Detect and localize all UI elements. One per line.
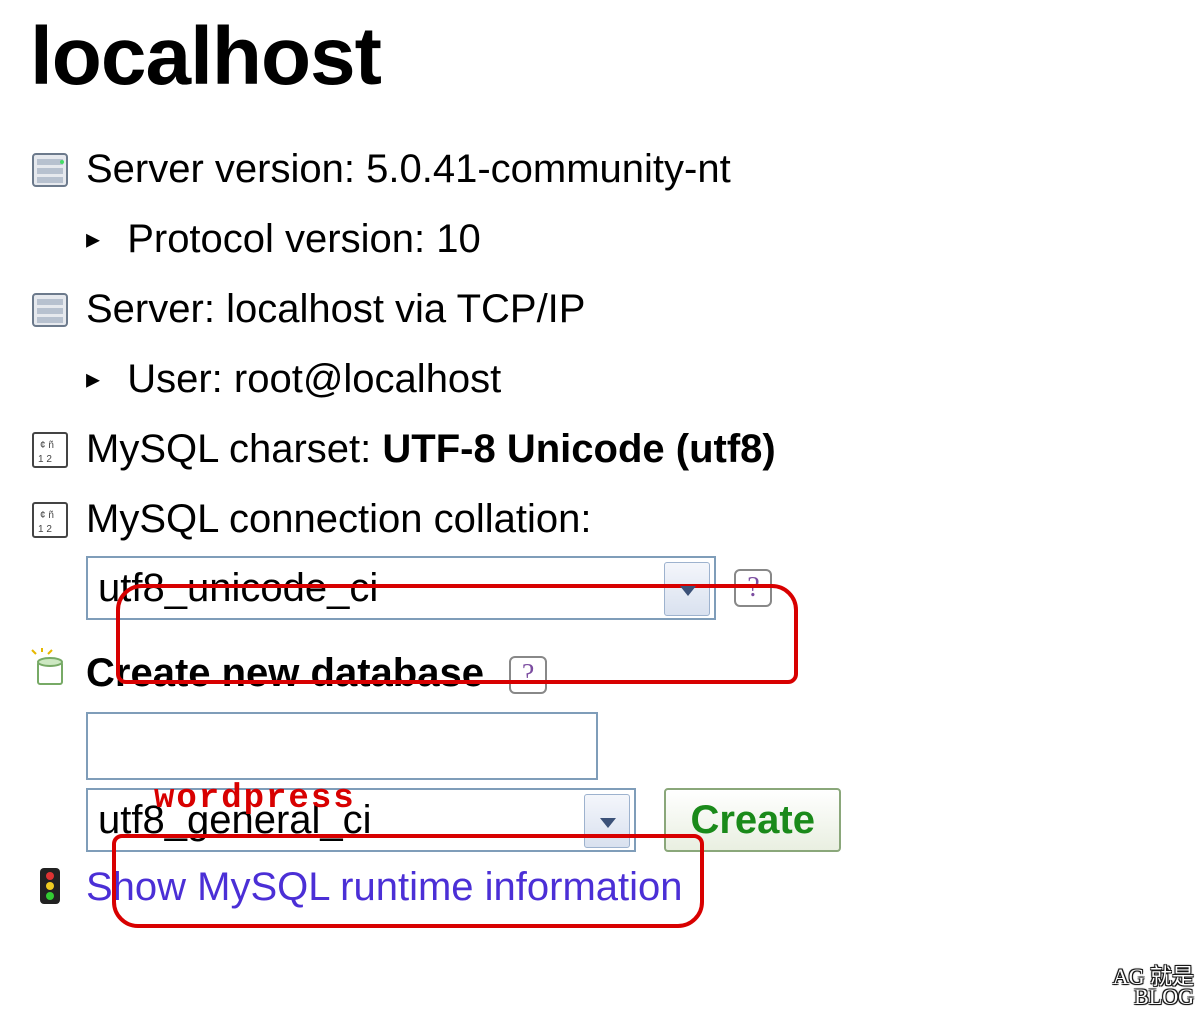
connection-collation-select[interactable]: utf8_unicode_ci	[86, 556, 716, 620]
charset-label: MySQL charset:	[86, 427, 371, 471]
user-label: User:	[127, 357, 223, 401]
protocol-version-label: Protocol version:	[127, 217, 425, 261]
create-db-heading-row: Create new database ?	[30, 638, 1180, 708]
server-version-row: Server version: 5.0.41-community-nt	[30, 134, 1180, 204]
server-host-row: Server: localhost via TCP/IP	[30, 274, 1180, 344]
runtime-info-link[interactable]: Show MySQL runtime information	[86, 865, 683, 909]
charset-row: ¢ ñ 1 2 MySQL charset: UTF-8 Unicode (utf…	[30, 414, 1180, 484]
server-version-value: 5.0.41-community-nt	[366, 147, 731, 191]
create-button[interactable]: Create	[664, 788, 841, 852]
server-info-list: Server version: 5.0.41-community-nt Prot…	[30, 134, 1180, 554]
help-icon[interactable]: ?	[509, 656, 547, 694]
new-database-icon	[30, 648, 70, 688]
create-db-heading: Create new database	[86, 651, 484, 695]
user-row: User: root@localhost	[30, 344, 1180, 414]
help-icon[interactable]: ?	[734, 569, 772, 607]
svg-text:¢ ñ: ¢ ñ	[40, 510, 54, 521]
server-host-value: localhost via TCP/IP	[226, 287, 585, 331]
server-icon	[30, 150, 70, 190]
new-database-name-input[interactable]	[86, 712, 598, 780]
collation-row: ¢ ñ 1 2 MySQL connection collation:	[30, 484, 1180, 554]
server-version-label: Server version:	[86, 147, 355, 191]
watermark: AG 就是BLOG	[1113, 967, 1194, 1007]
page-title: localhost	[30, 10, 1180, 104]
protocol-version-value: 10	[436, 217, 481, 261]
create-db-section: Create new database ?	[30, 638, 1180, 708]
charset-icon: ¢ ñ 1 2	[30, 500, 70, 540]
runtime-info-row: Show MySQL runtime information	[30, 852, 1180, 922]
charset-value: UTF-8 Unicode (utf8)	[382, 427, 775, 471]
svg-text:¢ ñ: ¢ ñ	[40, 440, 54, 451]
svg-text:1 2: 1 2	[38, 454, 52, 465]
charset-icon: ¢ ñ 1 2	[30, 430, 70, 470]
traffic-light-icon	[30, 866, 70, 906]
new-database-collation-select[interactable]: utf8_general_ci	[86, 788, 636, 852]
server-icon	[30, 290, 70, 330]
user-value: root@localhost	[234, 357, 501, 401]
svg-text:1 2: 1 2	[38, 524, 52, 535]
collation-label: MySQL connection collation:	[86, 497, 591, 541]
protocol-version-row: Protocol version: 10	[30, 204, 1180, 274]
server-host-label: Server:	[86, 287, 215, 331]
